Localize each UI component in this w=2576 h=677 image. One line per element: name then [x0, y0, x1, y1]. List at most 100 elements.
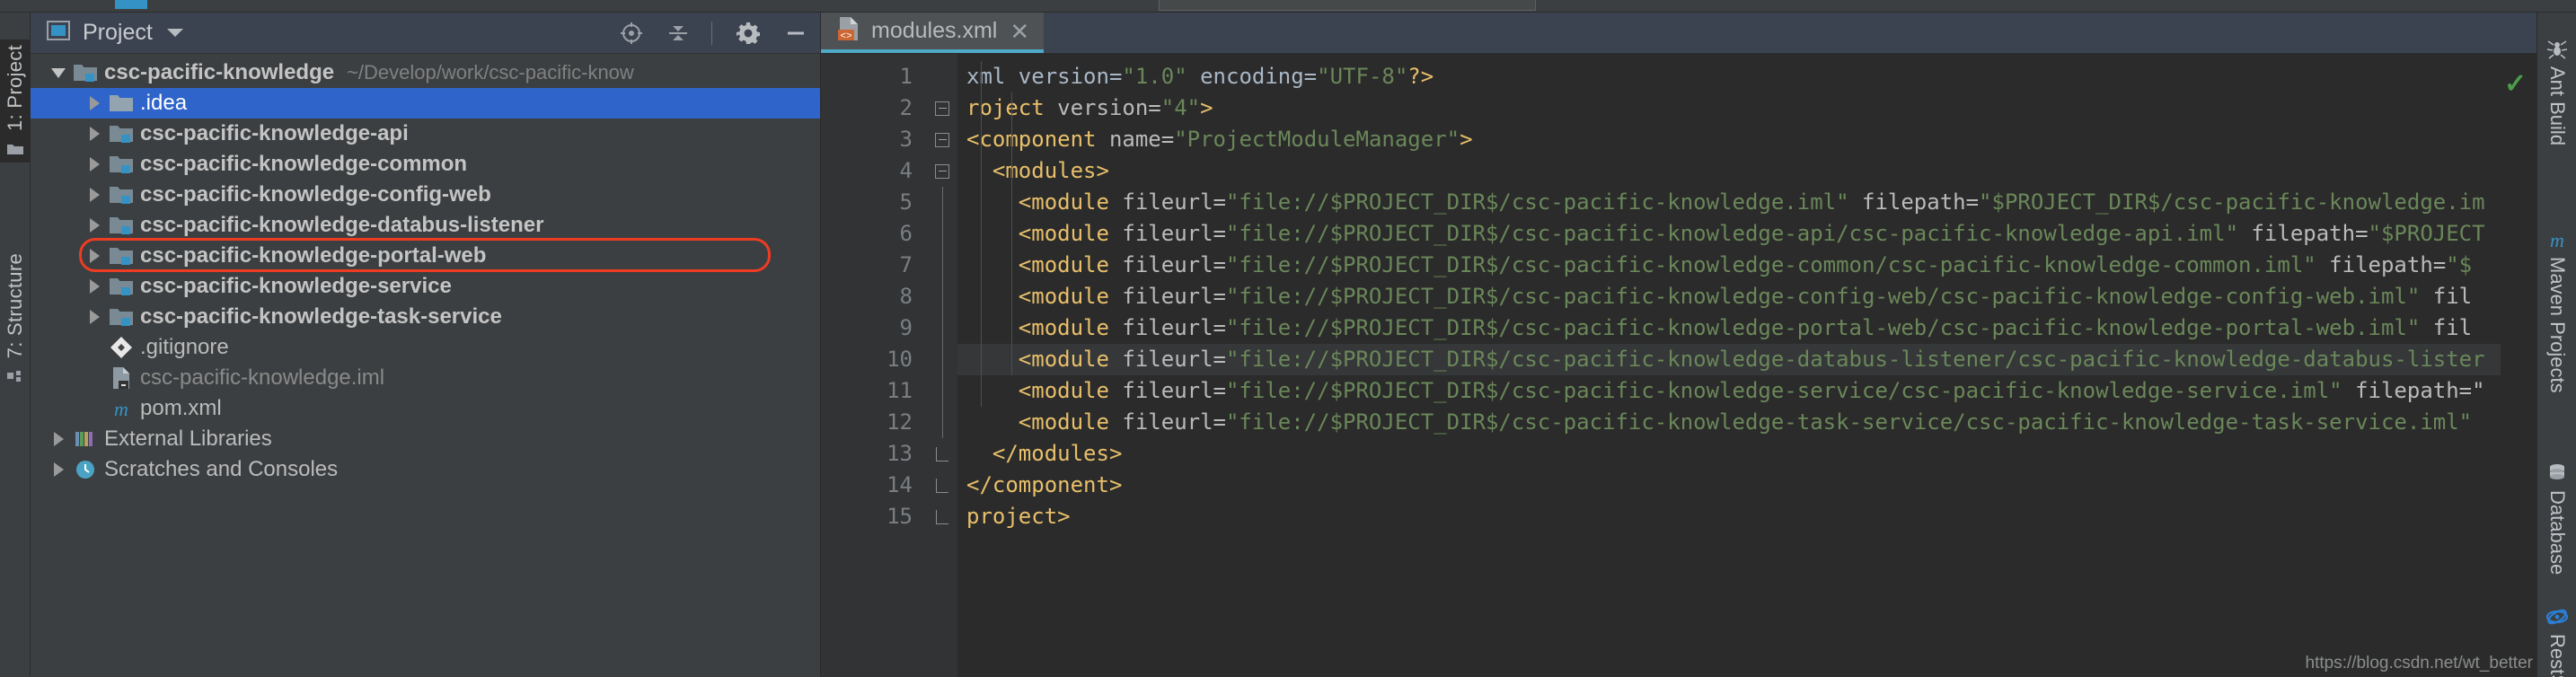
settings-gear-icon[interactable]	[736, 21, 761, 46]
tree-row[interactable]: Scratches and Consoles	[31, 454, 820, 485]
fold-marker	[927, 312, 957, 344]
right-sidebar-item-label: Maven Projects	[2546, 257, 2569, 393]
chevron-right-icon[interactable]	[83, 218, 106, 233]
sidebar-item-project[interactable]: 1: Project	[0, 40, 31, 163]
tree-node-label: Scratches and Consoles	[104, 457, 339, 481]
code-token: fileurl=	[1122, 409, 1226, 435]
tree-row[interactable]: External Libraries	[31, 424, 820, 454]
chevron-down-icon[interactable]	[47, 67, 70, 78]
code-token: </modules>	[992, 441, 1123, 466]
editor-marker-strip[interactable]: ✓	[2501, 54, 2536, 677]
code-token: <module	[1018, 252, 1123, 277]
line-number: 13	[887, 441, 913, 466]
tree-node-label: csc-pacific-knowledge-config-web	[140, 182, 491, 207]
right-sidebar-item-label: RestServ	[2546, 634, 2569, 677]
tree-row[interactable]: csc-pacific-knowledge-portal-web	[31, 241, 820, 271]
close-icon[interactable]: ✕	[1010, 20, 1029, 43]
code-line[interactable]: <module fileurl="file://$PROJECT_DIR$/cs…	[957, 250, 2501, 281]
tree-row[interactable]: .idea	[31, 88, 820, 119]
tree-row[interactable]: csc-pacific-knowledge-task-service	[31, 302, 820, 332]
line-number: 4	[899, 158, 913, 183]
code-token: fil	[2420, 315, 2473, 340]
maven-m-icon: m	[110, 397, 133, 420]
project-tree[interactable]: csc-pacific-knowledge ~/Develop/work/csc-…	[31, 54, 820, 677]
code-line[interactable]: <module fileurl="file://$PROJECT_DIR$/cs…	[957, 218, 2501, 250]
code-token: <module	[1018, 221, 1123, 246]
fold-marker[interactable]	[927, 470, 957, 501]
right-sidebar-item-database[interactable]: Database	[2537, 462, 2576, 580]
fold-marker[interactable]	[927, 124, 957, 155]
editor-area[interactable]: 1 2 3 4 5 6 7 8 9 10 11 12 13 14 15 xml version="1.0" …	[821, 54, 2536, 677]
code-line[interactable]: </modules>	[957, 438, 2501, 470]
tree-node-icon-slot	[106, 245, 137, 267]
code-line[interactable]: <module fileurl="file://$PROJECT_DIR$/cs…	[957, 312, 2501, 344]
chevron-right-icon[interactable]	[83, 96, 106, 110]
tree-row[interactable]: csc-pacific-knowledge-api	[31, 119, 820, 149]
tree-row[interactable]: csc-pacific-knowledge-config-web	[31, 180, 820, 210]
code-content[interactable]: xml version="1.0" encoding="UTF-8"?> roje…	[957, 54, 2501, 677]
fold-marker[interactable]	[927, 92, 957, 124]
fold-marker[interactable]	[927, 155, 957, 187]
chevron-right-icon[interactable]	[83, 188, 106, 202]
code-token: "file://$PROJECT_DIR$/csc-pacific-knowle…	[1225, 252, 2316, 277]
code-folding-column[interactable]	[927, 54, 957, 677]
code-token: "file://$PROJECT_DIR$/csc-pacific-knowle…	[1225, 378, 2342, 403]
top-search-field[interactable]	[1159, 0, 1536, 11]
code-token: <module	[1018, 315, 1123, 340]
chevron-right-icon[interactable]	[83, 127, 106, 141]
chevron-down-icon[interactable]	[166, 29, 183, 37]
tree-row[interactable]: csc-pacific-knowledge-databus-listener	[31, 210, 820, 241]
code-line[interactable]: <module fileurl="file://$PROJECT_DIR$/cs…	[957, 187, 2501, 218]
project-panel-header: Project	[31, 13, 820, 54]
tree-row[interactable]: .gitignore	[31, 332, 820, 363]
fold-marker[interactable]	[927, 501, 957, 532]
chevron-right-icon[interactable]	[47, 432, 70, 446]
fold-marker[interactable]	[927, 438, 957, 470]
right-sidebar-item-ant-build[interactable]: Ant Build	[2537, 38, 2576, 151]
tree-node-icon-slot	[106, 92, 137, 114]
window-top-strip	[0, 0, 2576, 13]
editor-column: <> modules.xml ✕ 1 2 3 4 5 6 7 8 9 10 11 12 13 14 15 x…	[821, 13, 2536, 677]
chevron-right-icon[interactable]	[47, 462, 70, 477]
tree-row[interactable]: csc-pacific-knowledge-service	[31, 271, 820, 302]
tree-node-icon-slot	[70, 428, 101, 450]
external-libraries-icon	[74, 428, 97, 450]
code-line[interactable]: <module fileurl="file://$PROJECT_DIR$/cs…	[957, 375, 2501, 407]
collapse-all-icon[interactable]	[666, 22, 690, 45]
code-line[interactable]: <modules>	[957, 155, 2501, 187]
right-sidebar-item-restserv[interactable]: RestServ	[2537, 605, 2576, 677]
sidebar-item-project-label: 1: Project	[4, 45, 26, 131]
tab-modules-xml[interactable]: <> modules.xml ✕	[821, 13, 1045, 53]
module-folder-icon	[109, 306, 134, 328]
scratches-icon	[74, 458, 97, 481]
code-line[interactable]: xml version="1.0" encoding="UTF-8"?>	[957, 61, 2501, 92]
tree-row[interactable]: m pom.xml	[31, 393, 820, 424]
code-line[interactable]: </component>	[957, 470, 2501, 501]
module-folder-icon	[109, 245, 134, 267]
code-line[interactable]: project>	[957, 501, 2501, 532]
sidebar-item-structure[interactable]: 7: Structure	[0, 248, 31, 390]
code-line[interactable]: <component name="ProjectModuleManager">	[957, 124, 2501, 155]
code-line[interactable]: roject version="4">	[957, 92, 2501, 124]
project-window-icon	[47, 21, 70, 45]
tree-row[interactable]: csc-pacific-knowledge-common	[31, 149, 820, 180]
tree-row[interactable]: csc-pacific-knowledge.iml	[31, 363, 820, 393]
code-line[interactable]: <module fileurl="file://$PROJECT_DIR$/cs…	[957, 344, 2501, 375]
watermark-text: https://blog.csdn.net/wt_better	[2305, 654, 2534, 673]
locate-target-icon[interactable]	[620, 22, 643, 45]
code-line[interactable]: <module fileurl="file://$PROJECT_DIR$/cs…	[957, 407, 2501, 438]
code-token: fileurl=	[1122, 252, 1226, 277]
tree-node-icon-slot	[106, 184, 137, 206]
code-token: filepath=	[2316, 252, 2447, 277]
chevron-right-icon[interactable]	[83, 249, 106, 263]
chevron-right-icon[interactable]	[83, 279, 106, 294]
tree-node-label: csc-pacific-knowledge-task-service	[140, 304, 502, 329]
tree-row[interactable]: csc-pacific-knowledge ~/Develop/work/csc-…	[31, 57, 820, 88]
chevron-right-icon[interactable]	[83, 157, 106, 171]
code-line[interactable]: <module fileurl="file://$PROJECT_DIR$/cs…	[957, 281, 2501, 312]
code-token: fileurl=	[1122, 378, 1226, 403]
chevron-right-icon[interactable]	[83, 310, 106, 324]
right-sidebar-item-maven-projects[interactable]: m Maven Projects	[2537, 228, 2576, 399]
tree-node-icon-slot	[106, 215, 137, 236]
hide-minimize-icon[interactable]	[784, 22, 807, 45]
